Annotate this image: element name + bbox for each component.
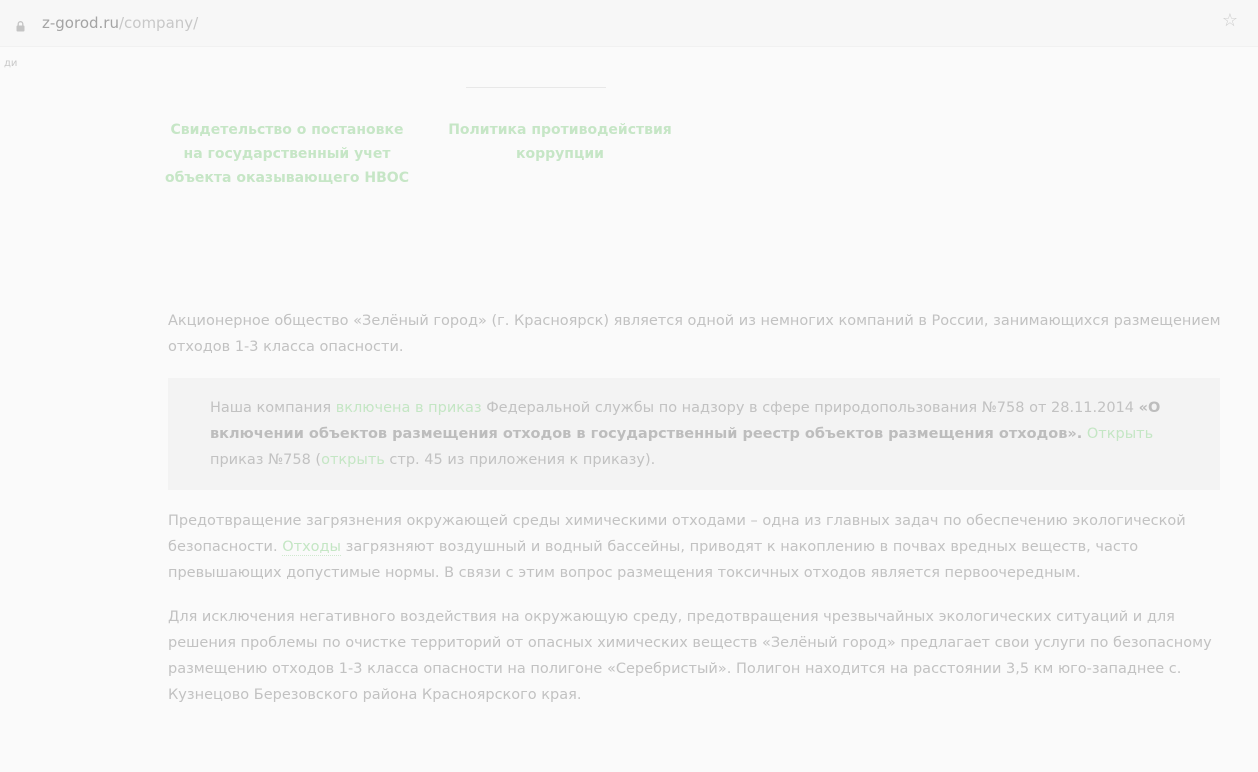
- address-bar[interactable]: z-gorod.ru/company/ ☆: [0, 0, 1258, 47]
- url-path: /company/: [118, 14, 199, 32]
- browser-window: z-gorod.ru/company/ ☆ ди Свидетельство о…: [0, 0, 1258, 772]
- anticorruption-link-line-1: Политика противодействия: [448, 122, 672, 138]
- quote-text-2: Федеральной службы по надзору в сфере пр…: [481, 400, 1139, 416]
- quote-text-1: Наша компания: [210, 400, 336, 416]
- pollution-paragraph: Предотвращение загрязнения окружающей ср…: [168, 508, 1228, 586]
- waste-link[interactable]: Отходы: [282, 539, 341, 556]
- divider: [466, 87, 606, 88]
- bookmark-star-icon[interactable]: ☆: [1222, 12, 1238, 30]
- open-order-link[interactable]: Открыть: [1087, 426, 1153, 442]
- lock-icon: [16, 17, 25, 32]
- certificate-link-line-2: на государственный учет: [183, 146, 391, 162]
- quote-text-4: приказ №758 (: [210, 452, 322, 468]
- order-inclusion-link[interactable]: включена в приказ: [336, 400, 482, 416]
- main-content: Акционерное общество «Зелёный город» (г.…: [168, 308, 1228, 708]
- url-text[interactable]: z-gorod.ru/company/: [42, 14, 198, 32]
- quote-block: Наша компания включена в приказ Федераль…: [168, 378, 1220, 490]
- quote-text: Наша компания включена в приказ Федераль…: [210, 395, 1194, 473]
- certificate-link[interactable]: Свидетельство о постановке на государств…: [142, 118, 432, 190]
- open-appendix-link[interactable]: открыть: [321, 452, 385, 468]
- url-host: z-gorod.ru: [42, 14, 119, 32]
- intro-paragraph: Акционерное общество «Зелёный город» (г.…: [168, 313, 1221, 355]
- services-paragraph: Для исключения негативного воздействия н…: [168, 609, 1212, 703]
- anticorruption-policy-link[interactable]: Политика противодействия коррупции: [425, 118, 695, 166]
- certificate-link-line-3: объекта оказывающего НВОС: [165, 170, 409, 186]
- anticorruption-link-line-2: коррупции: [516, 146, 604, 162]
- quote-text-5: стр. 45 из приложения к приказу).: [384, 452, 656, 468]
- certificate-link-line-1: Свидетельство о постановке: [170, 122, 404, 138]
- bookmark-item[interactable]: ди: [4, 58, 17, 69]
